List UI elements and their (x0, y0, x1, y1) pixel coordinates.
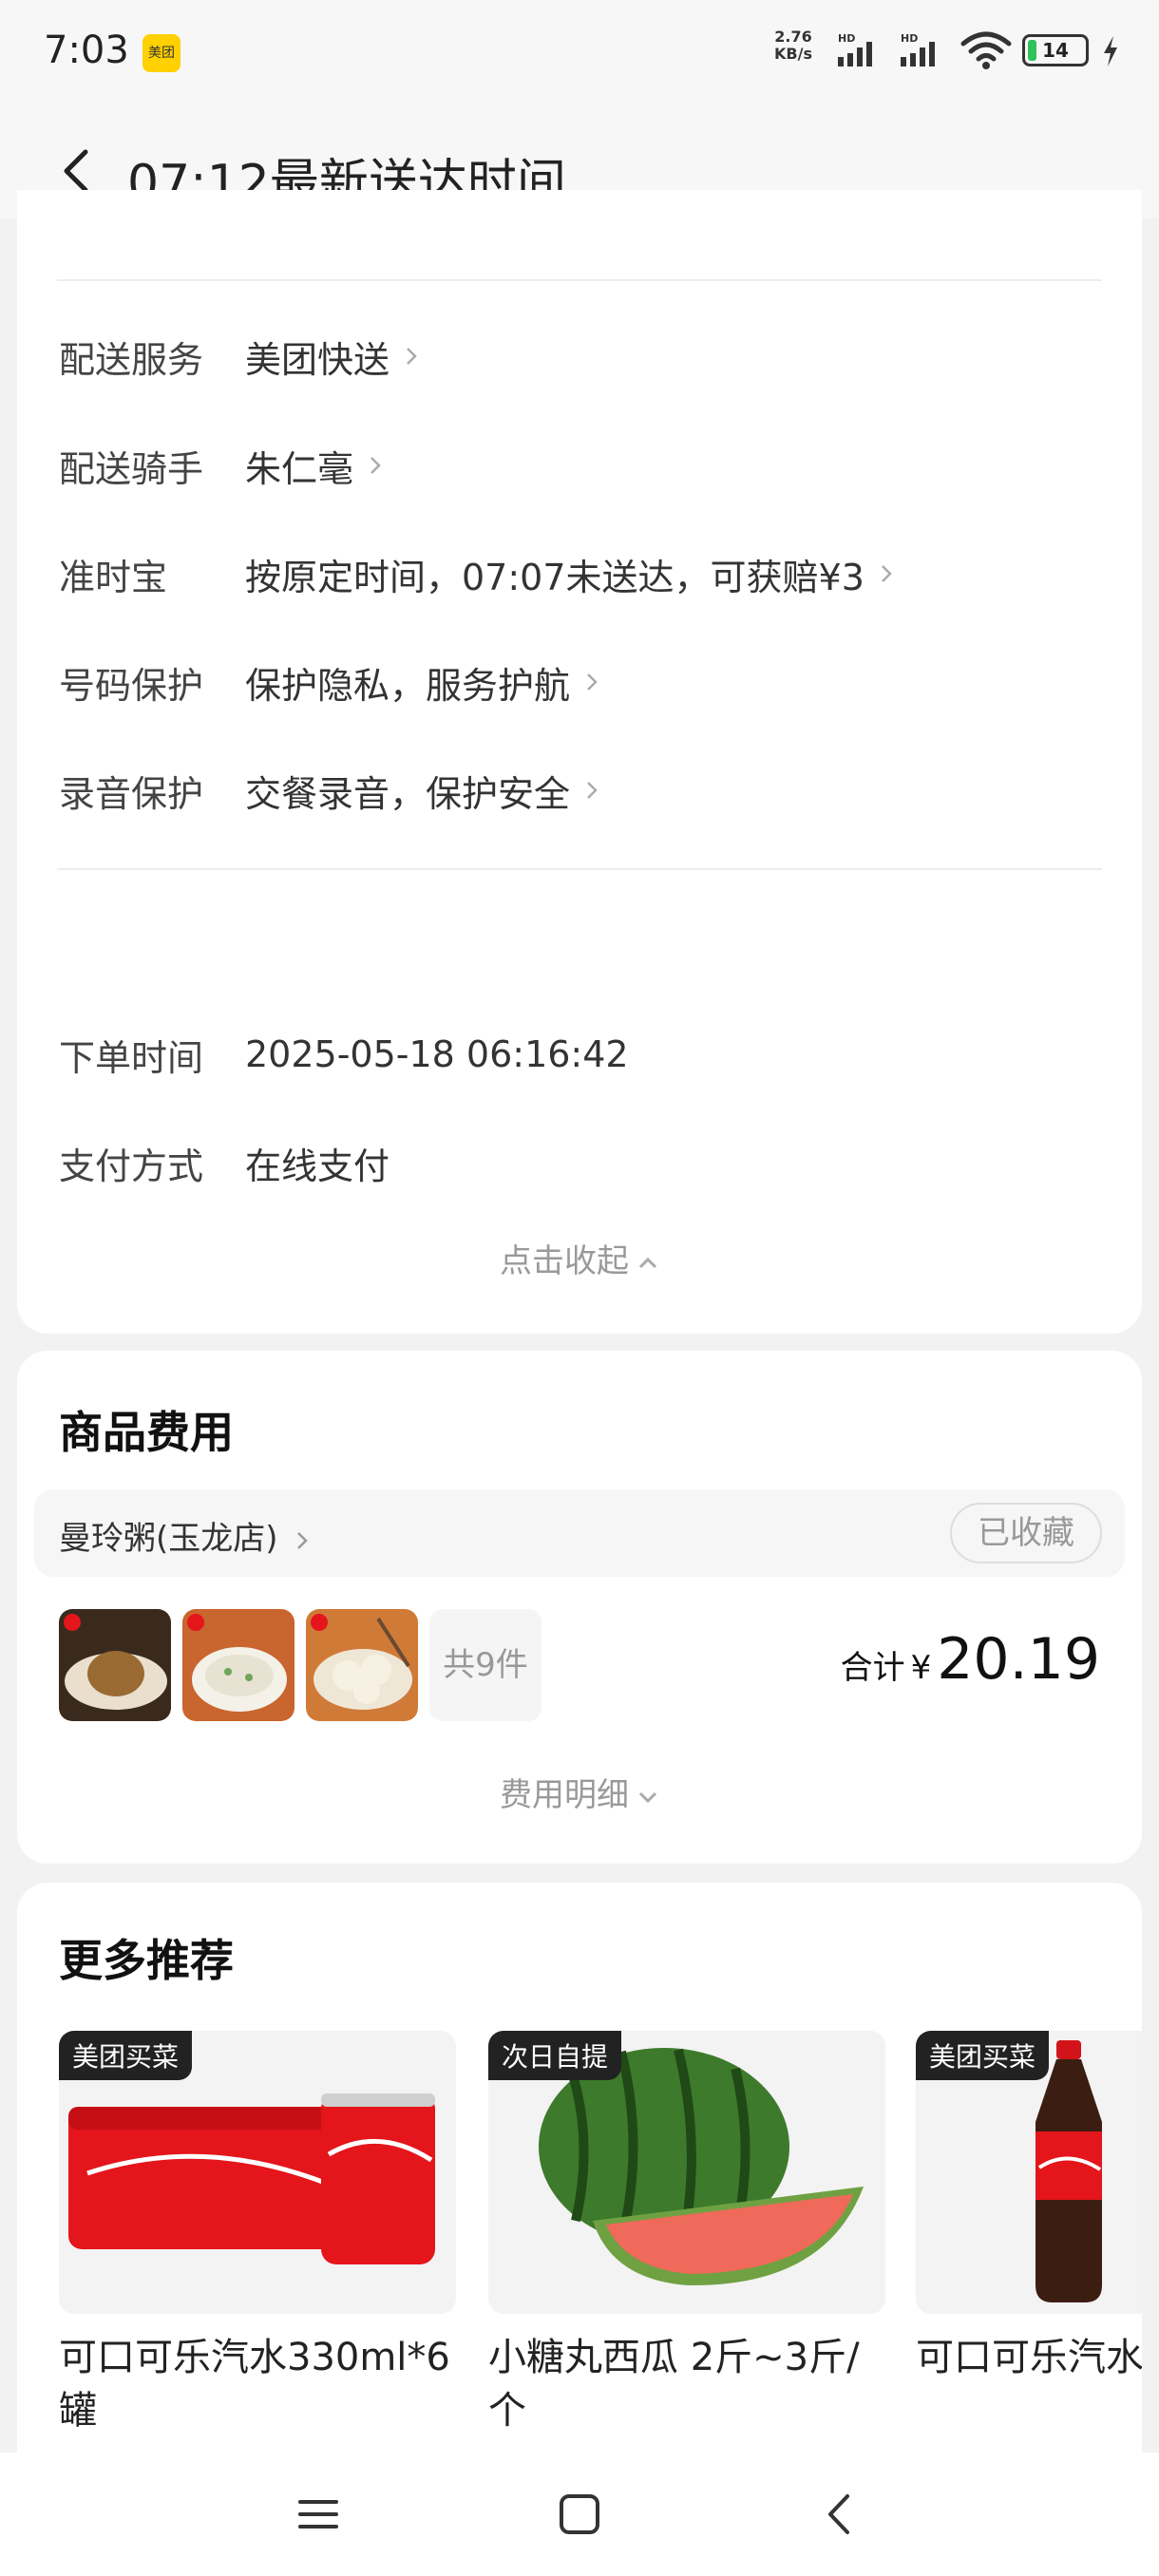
item-count[interactable]: 共9件 (429, 1609, 542, 1721)
info-label: 支付方式 (59, 1145, 204, 1187)
recommendation-card: 更多推荐 美团买菜 可口可乐汽水330ml*6罐 次日自提 小糖丸西瓜 2斤~3… (17, 1883, 1142, 2453)
recommend-item-image: 美团买菜 (59, 2031, 456, 2314)
info-row-on-time-guarantee[interactable]: 准时宝 按原定时间，07:07未送达，可获赔¥3 (59, 545, 893, 602)
recommend-item[interactable]: 美团买菜 可口可乐汽水330ml*6罐 (59, 2031, 456, 2437)
network-speed: 2.76 KB/s (774, 28, 812, 63)
info-row-payment-method: 支付方式 在线支付 (59, 1134, 390, 1191)
shop-name-link[interactable]: 曼玲粥(玉龙店) (59, 1512, 309, 1559)
collapse-button[interactable]: 点击收起 (17, 1235, 1142, 1281)
recommend-item[interactable]: 美团买菜 可口可乐汽水 (916, 2031, 1142, 2384)
status-bar: 7:03 美团 2.76 KB/s HD HD 14 (0, 0, 1159, 104)
info-value: 在线支付 (245, 1145, 390, 1187)
signal-icon: HD (838, 32, 872, 66)
info-row-number-protection[interactable]: 号码保护 保护隐私，服务护航 (59, 653, 598, 710)
meituan-app-icon: 美团 (142, 34, 180, 72)
currency-symbol: ¥ (910, 1649, 932, 1687)
shop-name: 曼玲粥(玉龙店) (59, 1520, 278, 1558)
chevron-right-icon (587, 673, 598, 691)
info-label: 配送骑手 (59, 447, 204, 490)
charging-icon (1104, 36, 1117, 66)
total-amount: 20.19 (937, 1626, 1100, 1693)
recommend-title: 可口可乐汽水330ml*6罐 (59, 2336, 450, 2433)
info-label: 准时宝 (59, 556, 168, 598)
back-nav-icon[interactable] (817, 2491, 864, 2538)
chevron-right-icon (881, 565, 892, 582)
divider (57, 279, 1102, 281)
info-row-order-time: 下单时间 2025-05-18 06:16:42 (59, 1026, 629, 1083)
network-speed-value: 2.76 (774, 28, 812, 46)
info-label: 号码保护 (59, 664, 204, 707)
info-value: 交餐录音，保护安全 (245, 772, 571, 815)
battery-icon: 14 (1022, 34, 1089, 66)
product-thumbnail[interactable] (306, 1609, 418, 1721)
status-time: 7:03 (44, 28, 129, 72)
recommend-item-image: 美团买菜 (916, 2031, 1142, 2314)
chevron-up-icon (638, 1257, 657, 1268)
collapse-label: 点击收起 (500, 1242, 629, 1280)
recommend-tag: 美团买菜 (916, 2031, 1050, 2080)
favorite-button[interactable]: 已收藏 (950, 1503, 1102, 1563)
recommend-item-image: 次日自提 (488, 2031, 885, 2314)
info-row-delivery-service[interactable]: 配送服务 美团快送 (59, 328, 418, 385)
info-value: 美团快送 (245, 338, 390, 381)
shop-bar: 曼玲粥(玉龙店) 已收藏 (34, 1489, 1125, 1577)
order-info-card: 配送服务 美团快送 配送骑手 朱仁毫 准时宝 按原定时间，07:07未送达，可获… (17, 190, 1142, 1334)
svg-text:HD: HD (901, 32, 918, 45)
recommend-title: 小糖丸西瓜 2斤~3斤/个 (488, 2336, 860, 2433)
battery-percent: 14 (1042, 39, 1069, 62)
chevron-right-icon (297, 1531, 309, 1549)
info-value: 按原定时间，07:07未送达，可获赔¥3 (245, 556, 864, 598)
divider (57, 868, 1102, 870)
info-value: 朱仁毫 (245, 447, 354, 490)
info-label: 下单时间 (59, 1036, 204, 1079)
network-speed-unit: KB/s (774, 45, 812, 63)
info-value: 2025-05-18 06:16:42 (245, 1033, 629, 1075)
total-label: 合计 (840, 1649, 905, 1687)
home-icon[interactable] (556, 2491, 603, 2538)
order-total: 合计 ¥ 20.19 (841, 1626, 1100, 1693)
system-nav-bar (0, 2453, 1159, 2576)
chevron-down-icon (638, 1791, 657, 1803)
signal-icon-2: HD (901, 32, 935, 66)
recommend-title: 可口可乐汽水 (916, 2336, 1142, 2379)
chevron-right-icon (370, 457, 381, 474)
product-thumbnail[interactable] (182, 1609, 294, 1721)
fee-detail-button[interactable]: 费用明细 (17, 1769, 1142, 1815)
menu-icon[interactable] (294, 2491, 342, 2538)
section-title: 更多推荐 (59, 1935, 234, 1986)
info-value: 保护隐私，服务护航 (245, 664, 571, 707)
recommend-tag: 次日自提 (488, 2031, 622, 2080)
info-row-recording-protection[interactable]: 录音保护 交餐录音，保护安全 (59, 762, 598, 819)
fee-detail-label: 费用明细 (500, 1776, 629, 1814)
recommend-tag: 美团买菜 (59, 2031, 193, 2080)
section-title: 商品费用 (59, 1407, 234, 1458)
info-label: 配送服务 (59, 338, 204, 381)
product-thumbnail[interactable] (59, 1609, 171, 1721)
chevron-right-icon (407, 348, 417, 365)
info-label: 录音保护 (59, 772, 204, 815)
info-row-rider[interactable]: 配送骑手 朱仁毫 (59, 437, 382, 494)
chevron-right-icon (587, 782, 598, 799)
recommend-item[interactable]: 次日自提 小糖丸西瓜 2斤~3斤/个 (488, 2031, 885, 2437)
svg-text:HD: HD (838, 32, 855, 45)
wifi-icon (960, 31, 1012, 69)
goods-fee-card: 商品费用 曼玲粥(玉龙店) 已收藏 共9件 合计 ¥ 20.19 费用明细 (17, 1351, 1142, 1864)
